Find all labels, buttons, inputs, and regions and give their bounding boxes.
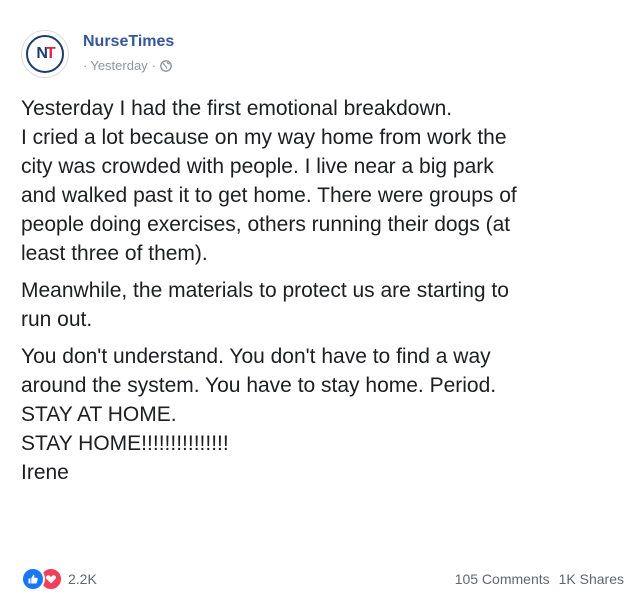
post-timestamp[interactable]: Yesterday (90, 58, 147, 74)
post-paragraph: Yesterday I had the first emotional brea… (21, 94, 621, 268)
comments-count-link[interactable]: 105 Comments (455, 571, 550, 587)
text-line: Irene (21, 461, 69, 484)
page-name-link[interactable]: NurseTimes (83, 32, 174, 52)
text-line: You don't understand. You don't have to … (21, 345, 491, 368)
text-line: people doing exercises, others running t… (21, 213, 511, 236)
logo-letter-n: N (36, 45, 47, 62)
text-line: I cried a lot because on my way home fro… (21, 126, 507, 149)
like-icon (21, 567, 45, 591)
globe-icon[interactable] (160, 60, 172, 72)
post-meta: NurseTimes · Yesterday · (83, 32, 174, 74)
text-line: Meanwhile, the materials to protect us a… (21, 279, 509, 302)
text-line: STAY HOME!!!!!!!!!!!!!!! (21, 432, 229, 455)
post-footer: 2.2K 105 Comments 1K Shares (21, 567, 624, 591)
facebook-post: NT NurseTimes · Yesterday · Yesterday I … (0, 0, 640, 613)
reactions-summary[interactable]: 2.2K (21, 567, 97, 591)
post-body: Yesterday I had the first emotional brea… (21, 94, 621, 487)
separator-dot: · (151, 58, 157, 73)
text-line: around the system. You have to stay home… (21, 374, 497, 397)
post-subline: · Yesterday · (83, 58, 174, 74)
text-line: Yesterday I had the first emotional brea… (21, 97, 453, 120)
reaction-count: 2.2K (68, 571, 97, 587)
text-line: STAY AT HOME. (21, 403, 177, 426)
engagement-stats: 105 Comments 1K Shares (455, 571, 624, 587)
text-line: least three of them). (21, 242, 208, 265)
post-paragraph: Meanwhile, the materials to protect us a… (21, 276, 621, 334)
page-avatar[interactable]: NT (21, 30, 69, 78)
text-line: and walked past it to get home. There we… (21, 184, 517, 207)
post-paragraph: You don't understand. You don't have to … (21, 342, 621, 487)
separator-dot: · (83, 58, 88, 73)
nursetimes-logo: NT (26, 35, 64, 73)
text-line: city was crowded with people. I live nea… (21, 155, 494, 178)
shares-count-link[interactable]: 1K Shares (559, 571, 624, 587)
logo-letter-t: T (45, 45, 56, 62)
text-line: run out. (21, 308, 93, 331)
post-header: NT NurseTimes · Yesterday · (21, 30, 174, 78)
